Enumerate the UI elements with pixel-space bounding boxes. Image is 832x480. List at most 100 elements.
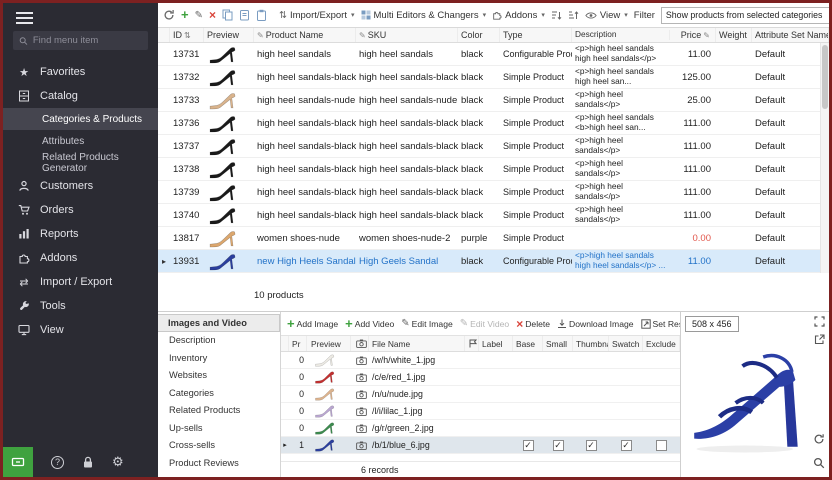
lock-button[interactable] <box>82 456 94 469</box>
grid-scrollbar[interactable] <box>820 43 829 273</box>
pos-button[interactable] <box>3 447 33 477</box>
help-button[interactable]: ? <box>51 456 64 469</box>
refresh-icon[interactable] <box>163 9 175 21</box>
image-row[interactable]: 0 /n/u/nude.jpg <box>281 386 680 403</box>
image-row[interactable]: 0 /w/h/white_1.jpg <box>281 352 680 369</box>
duplicate-icon[interactable] <box>239 9 250 21</box>
column-header-attribute-set[interactable]: Attribute Set Name <box>752 28 829 42</box>
tab-inventory[interactable]: Inventory <box>158 349 280 367</box>
sidebar-item-tools[interactable]: Tools <box>3 294 158 318</box>
sidebar-item-related-products-generator[interactable]: Related Products Generator <box>3 152 158 174</box>
column-header-id[interactable]: ID⇅ <box>170 28 204 42</box>
checkbox[interactable]: ✓ <box>621 440 632 451</box>
add-image-button[interactable]: +Add Image <box>287 319 338 329</box>
column-header-sku[interactable]: ✎SKU <box>356 28 458 42</box>
cell-sku: high heel sandals-black <box>356 72 458 83</box>
clipboard-icon[interactable] <box>256 9 267 21</box>
column-header-file-name[interactable]: File Name <box>369 336 465 351</box>
table-row[interactable]: 13733 high heel sandals-nudehigh heel sa… <box>158 89 820 112</box>
cell-price: 111.00 <box>670 164 716 175</box>
copy-icon[interactable] <box>222 9 233 21</box>
column-header-image-preview[interactable]: Preview <box>307 336 351 351</box>
sidebar-item-favorites[interactable]: ★ Favorites <box>3 60 158 84</box>
menu-toggle-icon[interactable] <box>16 12 33 24</box>
table-row[interactable]: 13731 high heel sandalshigh heel sandals… <box>158 43 820 66</box>
table-row[interactable]: 13817 women shoes-nudewomen shoes-nude-2… <box>158 227 820 250</box>
sidebar-item-addons[interactable]: Addons <box>3 246 158 270</box>
table-row[interactable]: 13736 high heel sandals-black-36high hee… <box>158 112 820 135</box>
set-resize-rule-button[interactable]: Set Resize Rule <box>641 319 680 329</box>
checkbox[interactable]: ✓ <box>553 440 564 451</box>
image-size-field[interactable]: 508 x 456 <box>685 316 739 332</box>
sidebar-item-categories-products[interactable]: Categories & Products <box>3 108 158 130</box>
image-row[interactable]: 0 /g/r/green_2.jpg <box>281 420 680 437</box>
menu-search-input[interactable] <box>33 35 142 46</box>
settings-button[interactable]: ⚙ <box>112 454 124 470</box>
sidebar-item-view[interactable]: View <box>3 318 158 342</box>
sidebar-item-customers[interactable]: Customers <box>3 174 158 198</box>
column-header-thumbnail[interactable]: Thumbna <box>573 336 609 351</box>
tab-description[interactable]: Description <box>158 332 280 350</box>
sort-asc-icon[interactable] <box>551 10 562 21</box>
column-header-swatch[interactable]: Swatch <box>609 336 643 351</box>
product-preview-image <box>204 183 254 202</box>
tab-images-and-video[interactable]: Images and Video <box>158 314 280 332</box>
table-row[interactable]: 13737 high heel sandals-black-36high hee… <box>158 135 820 158</box>
multi-editors-menu[interactable]: Multi Editors & Changers▾ <box>361 10 487 21</box>
column-header-base[interactable]: Base <box>513 336 543 351</box>
column-header-color[interactable]: Color <box>458 28 500 42</box>
column-header-exclude[interactable]: Exclude <box>643 336 680 351</box>
delete-product-icon[interactable]: × <box>209 10 216 20</box>
sidebar-item-reports[interactable]: Reports <box>3 222 158 246</box>
image-row[interactable]: 0 /c/e/red_1.jpg <box>281 369 680 386</box>
checkbox[interactable]: ✓ <box>586 440 597 451</box>
column-header-weight[interactable]: Weight <box>716 28 752 42</box>
table-row[interactable]: 13738 high heel sandals-black-37high hee… <box>158 158 820 181</box>
tab-cross-sells[interactable]: Cross-sells <box>158 437 280 455</box>
tab-websites[interactable]: Websites <box>158 367 280 385</box>
grid-scrollbar-thumb[interactable] <box>822 45 828 109</box>
category-filter-select[interactable]: Show products from selected categories▾ <box>661 7 829 24</box>
table-row[interactable]: ▸13931 new High Heels SandalsHigh Geels … <box>158 250 820 273</box>
add-product-icon[interactable]: + <box>181 10 189 20</box>
delete-image-button[interactable]: ×Delete <box>516 319 550 329</box>
table-row[interactable]: 13739 high heel sandals-black-37high hee… <box>158 181 820 204</box>
tab-product-reviews[interactable]: Product Reviews <box>158 454 280 472</box>
column-header-type[interactable]: Type <box>500 28 572 42</box>
sidebar-item-attributes[interactable]: Attributes <box>3 130 158 152</box>
addons-menu[interactable]: Addons▾ <box>492 10 545 21</box>
tab-categories[interactable]: Categories <box>158 384 280 402</box>
add-video-button[interactable]: +Add Video <box>345 319 394 329</box>
column-header-preview[interactable]: Preview <box>204 28 254 42</box>
edit-video-button[interactable]: ✎Edit Video <box>460 318 509 329</box>
edit-image-button[interactable]: ✎Edit Image <box>401 318 452 329</box>
sort-desc-icon[interactable] <box>568 10 579 21</box>
tab-related-products[interactable]: Related Products <box>158 402 280 420</box>
table-row[interactable]: 13740 high heel sandals-black-38high hee… <box>158 204 820 227</box>
column-header-product-name[interactable]: ✎Product Name <box>254 28 356 42</box>
cell-sku: high heel sandals-nude <box>356 95 458 106</box>
download-image-button[interactable]: Download Image <box>557 319 634 329</box>
image-row[interactable]: ▸1 /b/1/blue_6.jpg✓✓✓✓ <box>281 437 680 454</box>
rotate-icon[interactable] <box>813 433 825 445</box>
column-header-label[interactable]: Label <box>479 336 513 351</box>
table-row[interactable]: 13732 high heel sandals-blackhigh heel s… <box>158 66 820 89</box>
column-header-position[interactable]: Pr <box>289 336 307 351</box>
column-header-small[interactable]: Small <box>543 336 573 351</box>
checkbox[interactable]: ✓ <box>523 440 534 451</box>
column-header-description[interactable]: Description <box>572 30 670 40</box>
edit-product-icon[interactable]: ✎ <box>195 10 203 21</box>
sidebar-item-catalog[interactable]: Catalog <box>3 84 158 108</box>
image-row[interactable]: 0 /l/i/lilac_1.jpg <box>281 403 680 420</box>
column-header-camera[interactable] <box>351 336 369 351</box>
sidebar-item-orders[interactable]: Orders <box>3 198 158 222</box>
view-menu[interactable]: View▾ <box>585 10 628 21</box>
import-export-menu[interactable]: ⇅ Import/Export▾ <box>279 10 355 21</box>
column-header-price[interactable]: Price✎ <box>670 28 716 42</box>
column-header-flag[interactable] <box>465 336 479 351</box>
fullscreen-icon[interactable] <box>814 316 825 327</box>
sidebar-item-import-export[interactable]: ⇄ Import / Export <box>3 270 158 294</box>
tab-up-sells[interactable]: Up-sells <box>158 419 280 437</box>
checkbox[interactable] <box>656 440 667 451</box>
zoom-icon[interactable] <box>813 457 825 469</box>
